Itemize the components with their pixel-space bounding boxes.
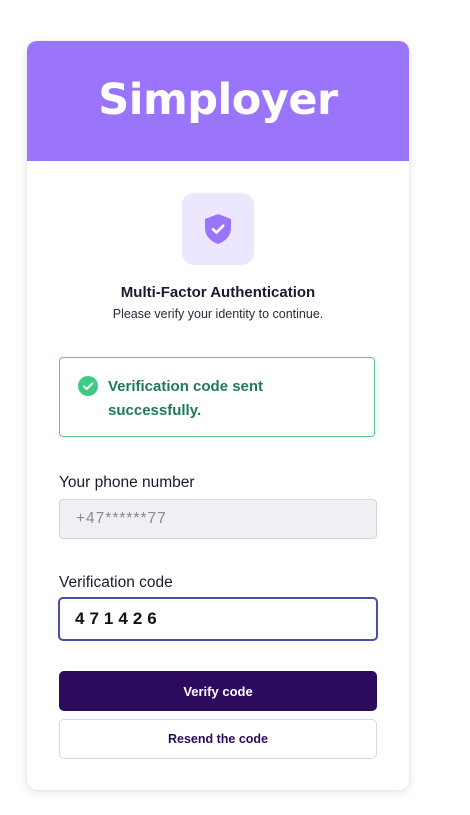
shield-check-icon <box>205 214 231 244</box>
verify-code-button[interactable]: Verify code <box>59 671 377 711</box>
alert-message: Verification code sent successfully. <box>108 378 264 419</box>
check-circle-icon <box>78 376 98 396</box>
phone-label: Your phone number <box>59 474 195 491</box>
page-title: Multi-Factor Authentication <box>120 284 316 301</box>
phone-field[interactable] <box>59 499 377 539</box>
verification-code-input[interactable] <box>58 597 378 641</box>
shield-tile <box>182 193 254 265</box>
resend-code-button[interactable]: Resend the code <box>59 719 377 759</box>
brand-header: Simployer <box>27 41 409 161</box>
login-card: Simployer Multi-Factor Authentication Pl… <box>27 41 409 790</box>
success-alert: Verification code sent successfully. <box>59 357 375 437</box>
brand-logo: Simployer <box>98 75 338 125</box>
page-subtitle: Please verify your identity to continue. <box>112 307 324 321</box>
code-label: Verification code <box>59 574 173 591</box>
